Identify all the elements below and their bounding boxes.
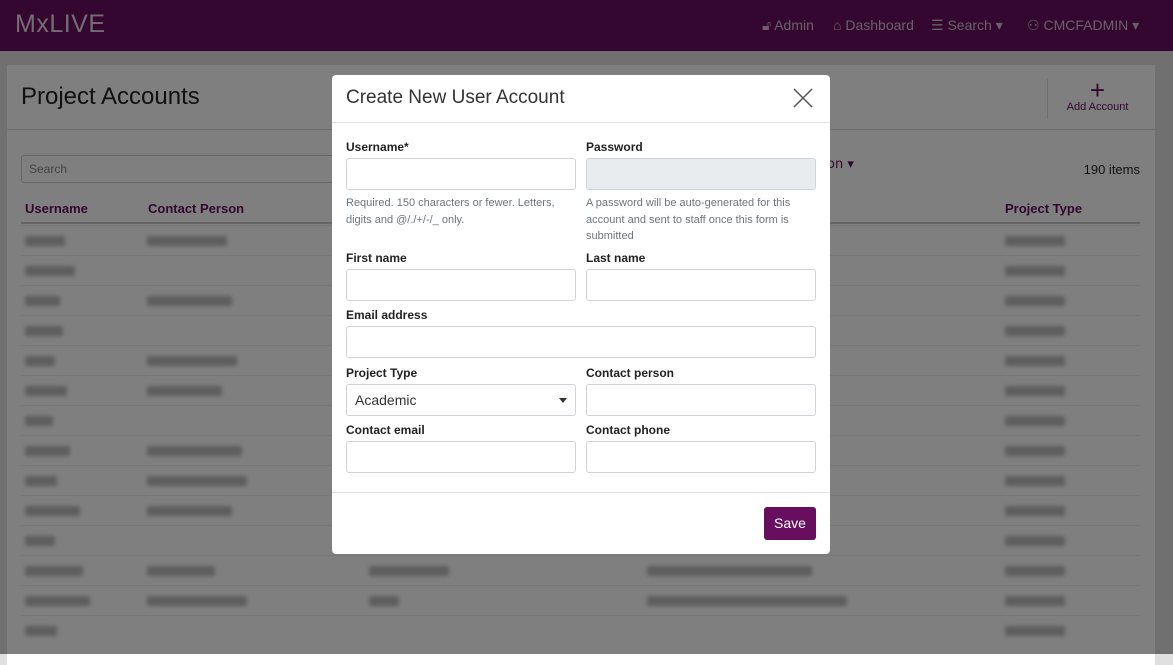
divider [332,492,830,493]
username-label: Username* [346,140,409,154]
first-name-label: First name [346,251,407,265]
last-name-label: Last name [586,251,646,265]
save-button[interactable]: Save [764,507,816,540]
divider [332,122,830,123]
close-icon[interactable] [792,87,814,109]
contact-email-input[interactable] [346,441,576,473]
project-type-label: Project Type [346,366,418,380]
contact-email-label: Contact email [346,423,425,437]
password-help: A password will be auto-generated for th… [586,197,791,242]
username-help: Required. 150 characters or fewer. Lette… [346,197,555,226]
contact-phone-label: Contact phone [586,423,670,437]
last-name-input[interactable] [586,269,816,301]
contact-person-input[interactable] [586,384,816,416]
username-input[interactable] [346,158,576,190]
email-label: Email address [346,308,428,322]
email-input[interactable] [346,326,816,358]
project-type-select[interactable]: Academic [346,384,576,416]
modal-title: Create New User Account [346,87,565,108]
contact-phone-input[interactable] [586,441,816,473]
password-input [586,158,816,190]
caret-down-icon [559,398,567,403]
password-label: Password [586,140,643,154]
create-user-modal: Create New User Account Username* Requir… [332,75,830,554]
first-name-input[interactable] [346,269,576,301]
contact-person-label: Contact person [586,366,675,380]
